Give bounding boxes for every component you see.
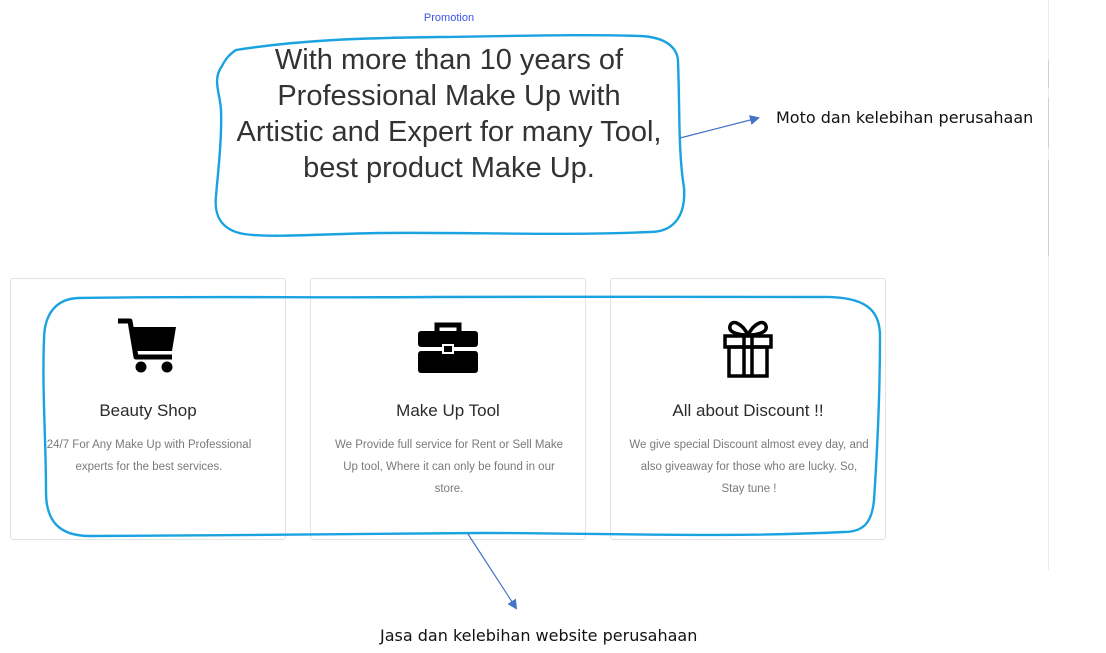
annotation-services: Jasa dan kelebihan website perusahaan: [380, 626, 698, 645]
arrow-motto: [679, 115, 760, 139]
scroll-mark: [1048, 98, 1049, 148]
card-title: All about Discount !!: [672, 401, 824, 420]
toolbox-icon: [311, 317, 585, 375]
gift-icon: [611, 317, 885, 379]
page: Promotion With more than 10 years of Pro…: [0, 0, 1106, 653]
card-description: We give special Discount almost evey day…: [629, 439, 869, 495]
card-title: Beauty Shop: [99, 401, 197, 420]
card-description: 24/7 For Any Make Up with Professional e…: [46, 439, 252, 473]
service-card-make-up-tool[interactable]: Make Up Tool We Provide full service for…: [310, 278, 586, 540]
service-card-beauty-shop[interactable]: Beauty Shop 24/7 For Any Make Up with Pr…: [10, 278, 286, 540]
promotion-label: Promotion: [423, 12, 475, 24]
annotation-motto: Moto dan kelebihan perusahaan: [776, 108, 1034, 127]
card-title: Make Up Tool: [396, 401, 500, 420]
scroll-mark: [1048, 160, 1049, 256]
shopping-cart-icon: [11, 317, 285, 375]
scroll-mark: [1048, 60, 1049, 88]
service-card-discount[interactable]: All about Discount !! We give special Di…: [610, 278, 886, 540]
promotion-headline: With more than 10 years of Professional …: [236, 44, 662, 184]
card-description: We Provide full service for Rent or Sell…: [335, 439, 563, 495]
arrow-services: [467, 533, 518, 610]
